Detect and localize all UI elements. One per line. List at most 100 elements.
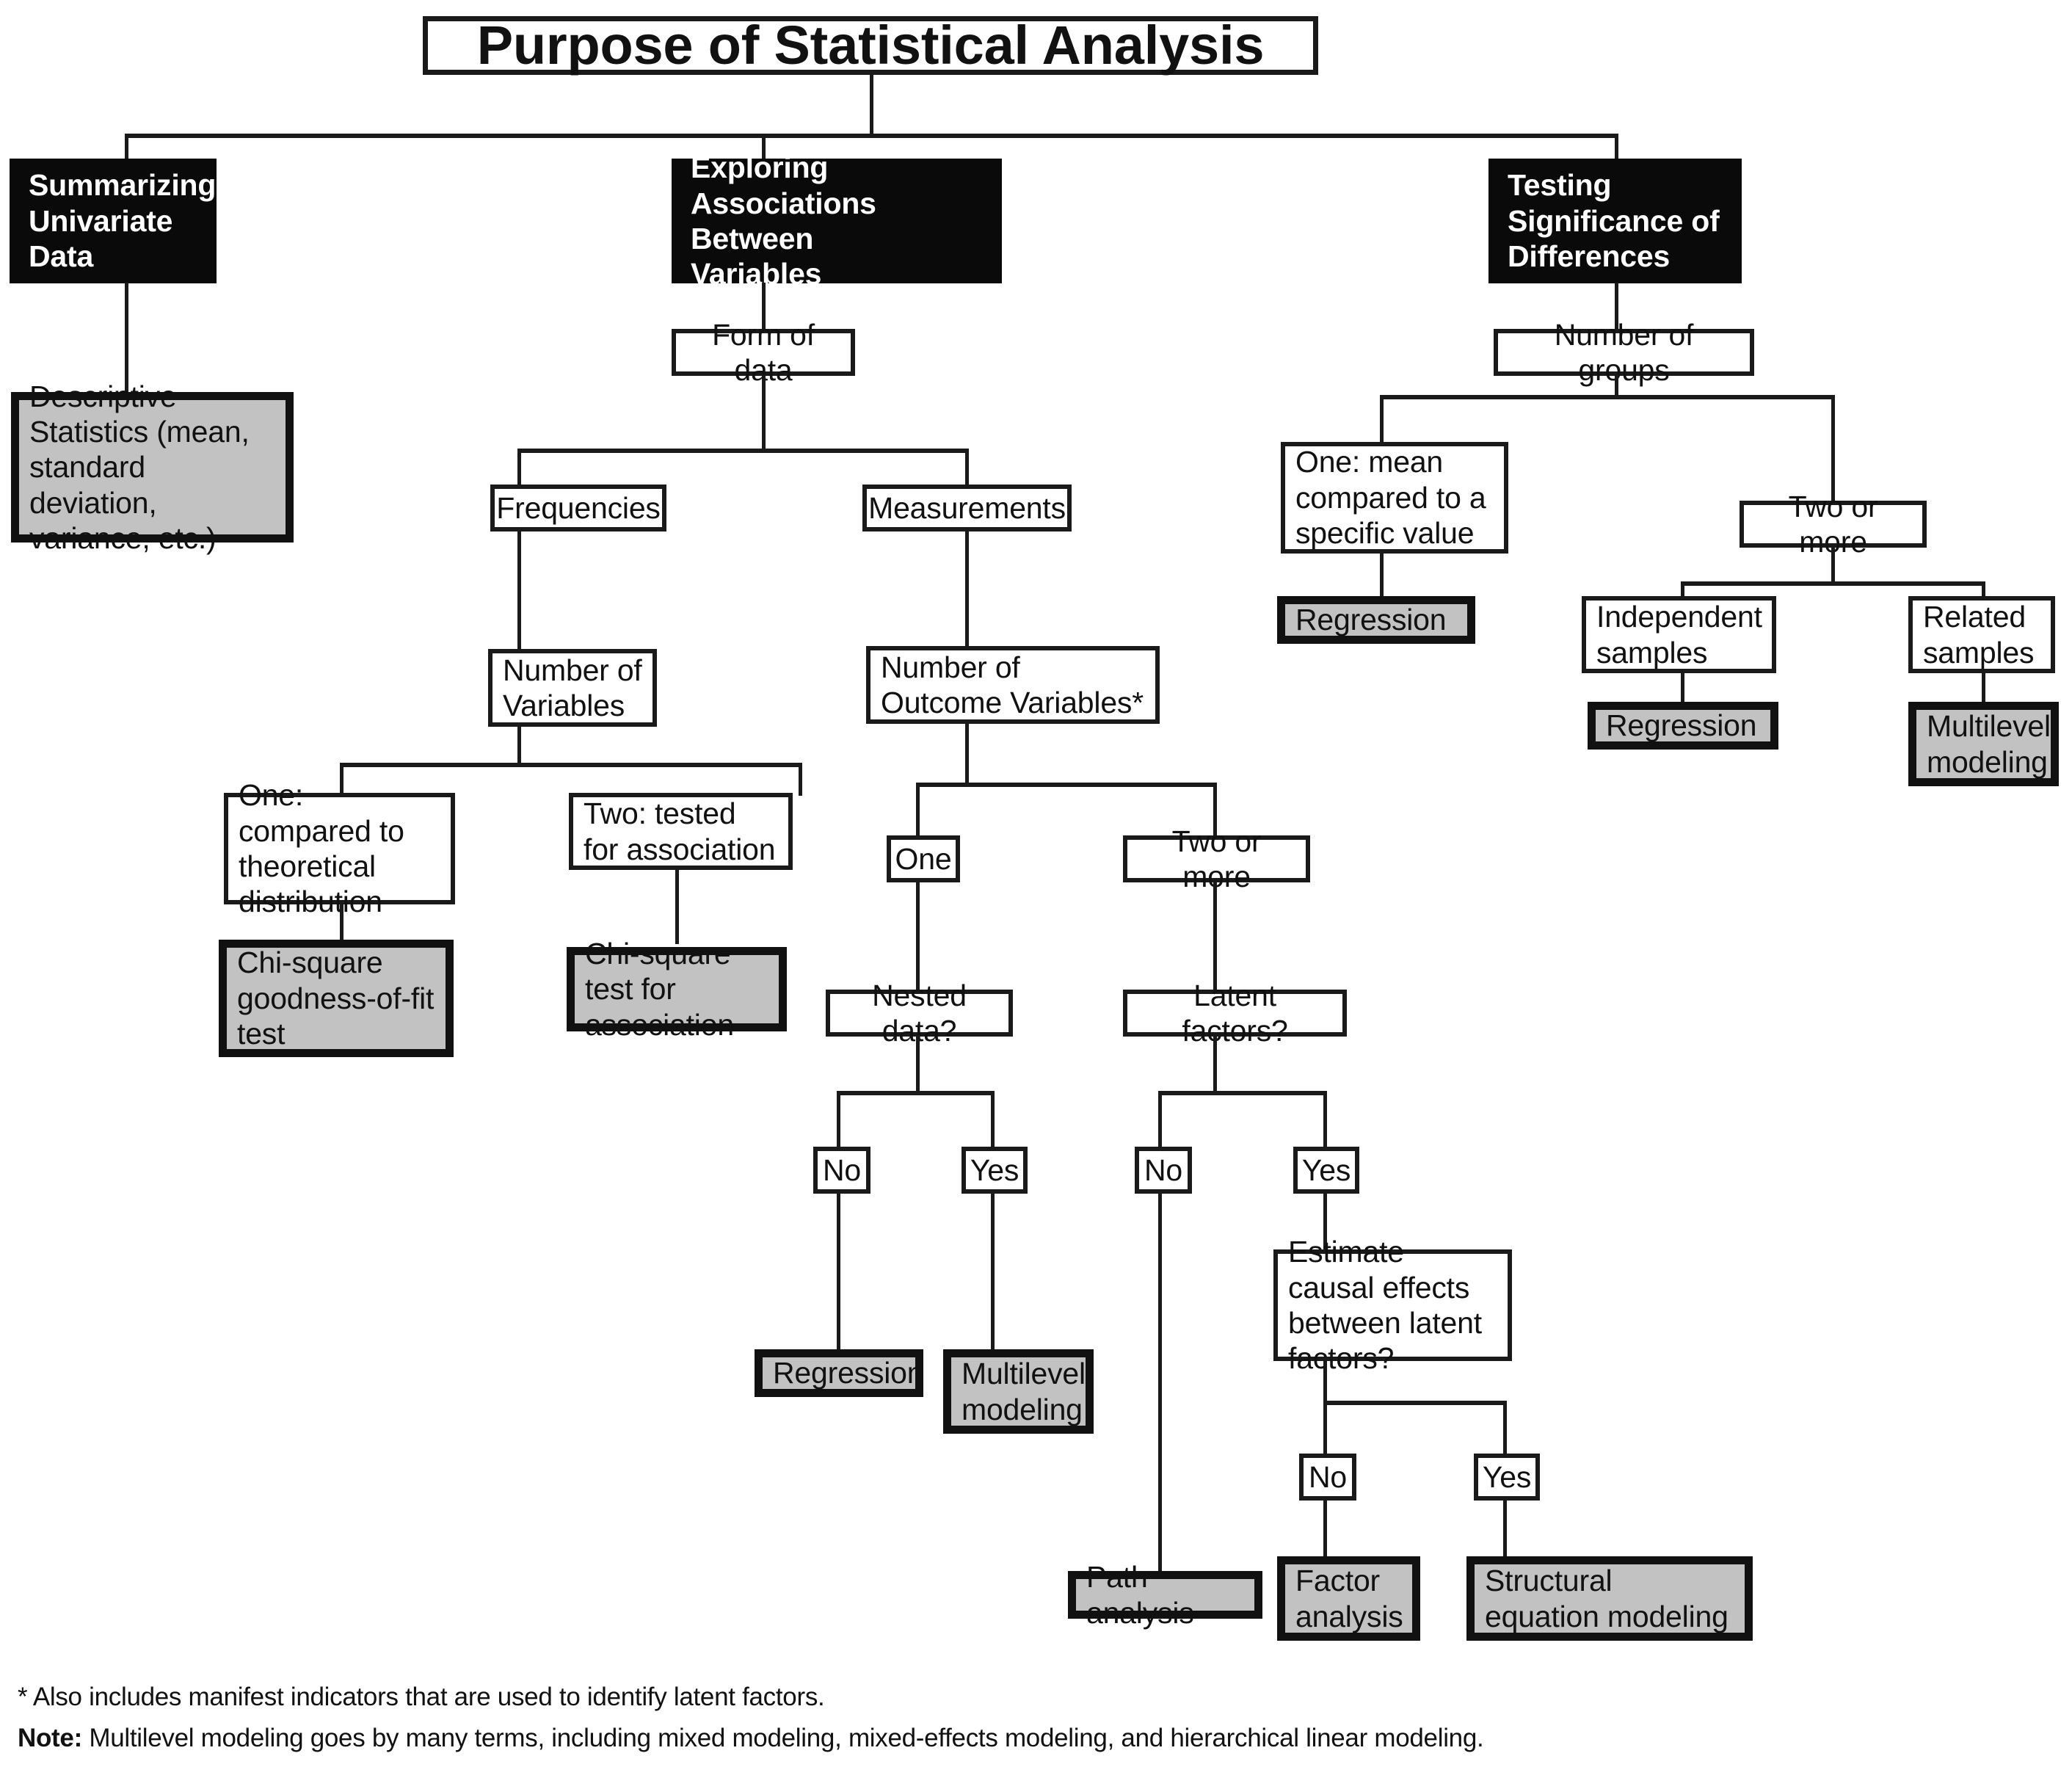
connector-formofdata-down bbox=[762, 374, 766, 451]
connector-nesteddata-to-yes bbox=[991, 1091, 995, 1150]
result-regression-nested-no: Regression bbox=[755, 1349, 924, 1397]
hdr-line: Testing bbox=[1508, 168, 1612, 203]
connector-estimatecausal-split bbox=[1323, 1401, 1507, 1405]
node-number-of-groups-label: Number of groups bbox=[1554, 317, 1694, 387]
footnote-note: Note: Multilevel modeling goes by many t… bbox=[18, 1724, 1484, 1753]
result-structural-equation-modeling: Structural equation modeling bbox=[1466, 1556, 1753, 1641]
node-nested-yes: Yes bbox=[962, 1147, 1028, 1194]
result-path-analysis: Path analysis bbox=[1068, 1560, 1262, 1630]
connector-to-measurements bbox=[965, 449, 969, 487]
footnote-asterisk-text: * Also includes manifest indicators that… bbox=[18, 1683, 825, 1711]
node-one-mean-specific-value-label: One: mean compared to a specific value bbox=[1295, 445, 1486, 551]
branch-header-exploring: Exploring Associations Between Variables bbox=[672, 150, 1002, 291]
node-two-or-more-groups: Two or more bbox=[1740, 490, 1927, 559]
node-latent-factors-label: Latent factors? bbox=[1182, 978, 1288, 1048]
connector-numvars-split bbox=[340, 763, 802, 767]
flowchart-canvas: Purpose of Statistical Analysis Summariz… bbox=[0, 0, 2072, 1767]
result-regression-one-mean: Regression bbox=[1277, 596, 1475, 644]
result-regression-independent: Regression bbox=[1588, 702, 1778, 750]
node-one-compared-theoretical-label: One: compared to theoretical distributio… bbox=[239, 778, 404, 919]
node-causal-yes: Yes bbox=[1474, 1454, 1540, 1501]
node-estimate-causal-effects: Estimate causal effects between latent f… bbox=[1273, 1235, 1512, 1375]
result-chi-square-goodness-of-fit: Chi-square goodness-of-fit test bbox=[219, 940, 454, 1057]
connector-numvars-down bbox=[517, 725, 521, 766]
connector-formofdata-split bbox=[517, 449, 969, 453]
node-frequencies: Frequencies bbox=[490, 485, 666, 531]
connector-relatedsamples-down bbox=[1982, 671, 1985, 706]
connector-main-bus bbox=[125, 134, 1618, 138]
node-latent-yes: Yes bbox=[1293, 1147, 1359, 1194]
node-one-outcome: One bbox=[887, 835, 960, 882]
node-related-samples-label: Related samples bbox=[1923, 600, 2035, 670]
node-latent-no-label: No bbox=[1144, 1153, 1183, 1187]
result-regression-one-mean-label: Regression bbox=[1295, 603, 1447, 637]
node-nested-yes-label: Yes bbox=[970, 1153, 1019, 1187]
connector-twoormoregroups-down bbox=[1831, 546, 1835, 584]
connector-onemean-down bbox=[1380, 551, 1384, 601]
branch-header-summarizing-label: Summarizing Univariate Data bbox=[14, 167, 230, 274]
footnote-asterisk: * Also includes manifest indicators that… bbox=[18, 1683, 825, 1712]
node-two-tested-association-label: Two: tested for association bbox=[584, 797, 776, 866]
node-frequencies-label: Frequencies bbox=[496, 490, 661, 525]
connector-latentfactors-down bbox=[1213, 1035, 1217, 1094]
connector-causal-to-no bbox=[1323, 1401, 1327, 1456]
node-one-outcome-label: One bbox=[895, 841, 952, 876]
connector-numoutcome-down bbox=[965, 722, 969, 785]
node-number-of-outcome-variables-label: Number of Outcome Variables* bbox=[881, 650, 1144, 719]
connector-summarizing-down bbox=[125, 283, 128, 394]
result-factor-analysis: Factor analysis bbox=[1277, 1556, 1420, 1641]
connector-twoormoregroups-split bbox=[1681, 581, 1985, 586]
footnote-note-text: Multilevel modeling goes by many terms, … bbox=[81, 1724, 1484, 1752]
node-number-of-variables-label: Number of Variables bbox=[503, 653, 642, 722]
result-multilevel-modeling-related: Multilevel modeling bbox=[1908, 702, 2059, 786]
branch-header-exploring-label: Exploring Associations Between Variables bbox=[676, 150, 997, 292]
connector-independentsamples-down bbox=[1681, 671, 1684, 706]
node-nested-data: Nested data? bbox=[826, 979, 1013, 1048]
chart-title: Purpose of Statistical Analysis bbox=[476, 15, 1265, 76]
hdr-line: Exploring bbox=[691, 150, 829, 185]
result-path-analysis-label: Path analysis bbox=[1086, 1560, 1194, 1630]
connector-numgroups-split bbox=[1380, 395, 1835, 399]
result-multilevel-modeling-nested-yes: Multilevel modeling bbox=[943, 1349, 1094, 1434]
node-one-compared-theoretical: One: compared to theoretical distributio… bbox=[224, 778, 455, 918]
node-related-samples: Related samples bbox=[1908, 596, 2055, 673]
connector-nested-no-down bbox=[837, 1192, 840, 1352]
connector-nesteddata-down bbox=[916, 1035, 920, 1094]
result-factor-analysis-label: Factor analysis bbox=[1295, 1564, 1403, 1633]
node-measurements: Measurements bbox=[862, 485, 1072, 531]
branch-header-summarizing: Summarizing Univariate Data bbox=[10, 159, 217, 283]
node-estimate-causal-effects-label: Estimate causal effects between latent f… bbox=[1288, 1235, 1482, 1376]
node-latent-no: No bbox=[1135, 1147, 1192, 1194]
chart-title-box: Purpose of Statistical Analysis bbox=[423, 15, 1318, 76]
connector-estimatecausal-down bbox=[1323, 1358, 1327, 1404]
hdr-line: Variables bbox=[691, 257, 822, 291]
hdr-line: Univariate bbox=[29, 203, 173, 238]
connector-twoormore-outcome-down bbox=[1213, 881, 1217, 993]
connector-to-two-tested bbox=[799, 763, 802, 796]
connector-latentfactors-split bbox=[1158, 1091, 1327, 1095]
result-structural-equation-modeling-label: Structural equation modeling bbox=[1485, 1564, 1729, 1633]
node-number-of-groups: Number of groups bbox=[1494, 318, 1754, 387]
node-number-of-outcome-variables: Number of Outcome Variables* bbox=[866, 646, 1160, 724]
branch-header-testing-label: Testing Significance of Differences bbox=[1493, 167, 1737, 274]
node-causal-yes-label: Yes bbox=[1482, 1459, 1532, 1494]
connector-latent-no-down bbox=[1158, 1192, 1162, 1574]
connector-onecompared-down bbox=[340, 901, 343, 944]
result-descriptive-statistics: Descriptive Statistics (mean, standard d… bbox=[11, 380, 294, 555]
connector-causal-to-yes bbox=[1503, 1401, 1507, 1456]
branch-header-testing: Testing Significance of Differences bbox=[1488, 159, 1742, 283]
connector-to-frequencies bbox=[517, 449, 521, 487]
node-independent-samples-label: Independent samples bbox=[1596, 600, 1762, 670]
connector-one-outcome-down bbox=[916, 881, 920, 993]
result-chi-square-goodness-of-fit-label: Chi-square goodness-of-fit test bbox=[237, 946, 435, 1051]
node-nested-no: No bbox=[813, 1147, 870, 1194]
node-latent-factors: Latent factors? bbox=[1123, 979, 1347, 1048]
node-independent-samples: Independent samples bbox=[1582, 596, 1776, 673]
connector-measurements-down bbox=[965, 530, 969, 649]
connector-to-one-outcome bbox=[916, 783, 920, 838]
connector-nesteddata-split bbox=[837, 1091, 995, 1095]
node-one-mean-specific-value: One: mean compared to a specific value bbox=[1281, 442, 1508, 554]
hdr-line: Differences bbox=[1508, 239, 1671, 274]
node-two-tested-association: Two: tested for association bbox=[569, 793, 793, 870]
connector-to-one-mean bbox=[1380, 395, 1384, 445]
